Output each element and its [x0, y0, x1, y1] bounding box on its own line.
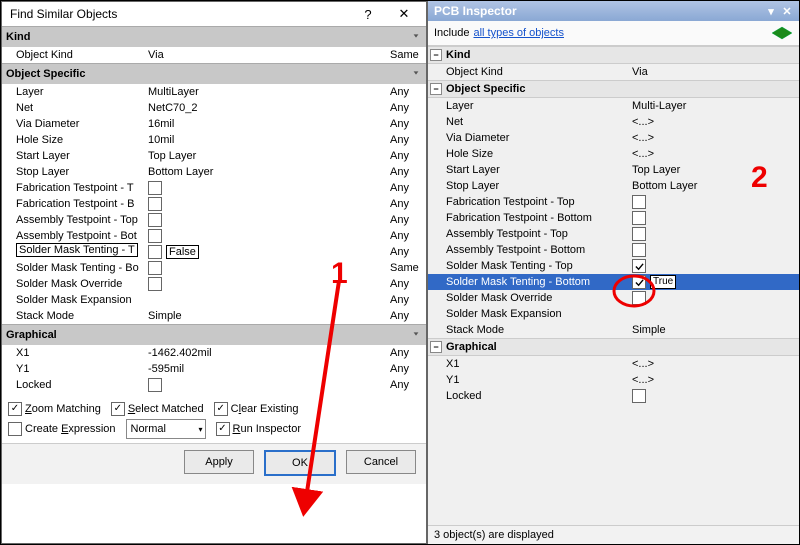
checkbox[interactable]	[632, 211, 646, 225]
prop-row[interactable]: Solder Mask Expansion	[428, 306, 799, 322]
prop-row[interactable]: Assembly Testpoint - Bottom	[428, 242, 799, 258]
annotation-1: 1	[331, 257, 348, 291]
chevron-down-icon	[412, 66, 420, 82]
collapse-icon[interactable]: −	[430, 83, 442, 95]
opt-zoom-matching[interactable]: ✓Zoom Matching	[8, 402, 101, 416]
ok-button[interactable]: OK	[264, 450, 336, 476]
checkbox[interactable]	[148, 213, 162, 227]
prop-row[interactable]: Fabrication Testpoint - Bottom	[428, 210, 799, 226]
chevron-down-icon	[412, 29, 420, 45]
prop-row[interactable]: LayerMulti-Layer	[428, 98, 799, 114]
prop-row[interactable]: Stop LayerBottom Layer	[428, 178, 799, 194]
checkbox[interactable]	[148, 261, 162, 275]
dialog-titlebar: Find Similar Objects ? ✕	[2, 2, 426, 26]
help-icon[interactable]: ?	[350, 4, 386, 24]
section-kind[interactable]: −Kind	[428, 46, 799, 64]
prop-row[interactable]: Fabrication Testpoint - Top	[428, 194, 799, 210]
panel-include-bar: Include all types of objects	[428, 21, 799, 46]
collapse-icon[interactable]: −	[430, 49, 442, 61]
cancel-button[interactable]: Cancel	[346, 450, 416, 474]
collapse-icon[interactable]: −	[430, 341, 442, 353]
table-row[interactable]: NetNetC70_2Any	[2, 100, 426, 116]
options-area: ✓Zoom Matching ✓Select Matched ✓Clear Ex…	[2, 393, 426, 443]
checkbox[interactable]	[632, 389, 646, 403]
section-graphical[interactable]: −Graphical	[428, 338, 799, 356]
prop-row[interactable]: Y1<...>	[428, 372, 799, 388]
opt-run-inspector[interactable]: ✓Run Inspector	[216, 422, 302, 436]
apply-button[interactable]: Apply	[184, 450, 254, 474]
checkbox[interactable]	[632, 259, 646, 273]
row-sm-tenting-top[interactable]: Solder Mask Tenting - T False Any	[2, 244, 426, 260]
close-icon[interactable]: ✕	[779, 5, 795, 18]
opt-clear-existing[interactable]: ✓Clear Existing	[214, 402, 299, 416]
checkbox[interactable]	[632, 291, 646, 305]
table-row[interactable]: Via Diameter16milAny	[2, 116, 426, 132]
prop-row[interactable]: X1<...>	[428, 356, 799, 372]
checkbox[interactable]	[148, 277, 162, 291]
table-row[interactable]: Solder Mask OverrideAny	[2, 276, 426, 292]
prop-row[interactable]: Solder Mask Override	[428, 290, 799, 306]
table-row[interactable]: Solder Mask Tenting - BoSame	[2, 260, 426, 276]
table-row[interactable]: LockedAny	[2, 377, 426, 393]
section-kind[interactable]: Kind	[2, 26, 426, 47]
section-graphical[interactable]: Graphical	[2, 324, 426, 345]
include-link[interactable]: all types of objects	[473, 27, 564, 39]
prop-row[interactable]: Assembly Testpoint - Top	[428, 226, 799, 242]
chevron-down-icon	[412, 327, 420, 343]
opt-create-expression[interactable]: Create Expression	[8, 422, 116, 436]
row-object-kind[interactable]: Object Kind Via Same	[2, 47, 426, 63]
checkbox[interactable]	[148, 245, 162, 259]
checkbox[interactable]	[148, 378, 162, 392]
prop-row[interactable]: Stack ModeSimple	[428, 322, 799, 338]
close-icon[interactable]: ✕	[386, 4, 422, 24]
net-link[interactable]: Net	[446, 116, 463, 128]
checkbox[interactable]	[632, 243, 646, 257]
button-bar: Apply OK Cancel	[2, 443, 426, 484]
table-row[interactable]: Assembly Testpoint - TopAny	[2, 212, 426, 228]
checkbox[interactable]	[148, 197, 162, 211]
prop-row[interactable]: Object KindVia	[428, 64, 799, 80]
dropdown-icon[interactable]: ▾	[763, 5, 779, 18]
checkbox[interactable]	[632, 227, 646, 241]
prop-row[interactable]: Locked	[428, 388, 799, 404]
table-row[interactable]: LayerMultiLayerAny	[2, 84, 426, 100]
pcb-inspector-panel: PCB Inspector ▾ ✕ Include all types of o…	[427, 1, 799, 544]
panel-titlebar: PCB Inspector ▾ ✕	[428, 1, 799, 21]
checkbox[interactable]	[632, 275, 646, 289]
prop-row[interactable]: Solder Mask Tenting - Top	[428, 258, 799, 274]
checkbox[interactable]	[148, 181, 162, 195]
section-object-specific[interactable]: −Object Specific	[428, 80, 799, 98]
checkbox[interactable]	[632, 195, 646, 209]
table-row[interactable]: Stop LayerBottom LayerAny	[2, 164, 426, 180]
prop-row[interactable]: Via Diameter<...>	[428, 130, 799, 146]
dialog-title: Find Similar Objects	[10, 7, 350, 21]
prop-row-sm-tenting-bottom[interactable]: Solder Mask Tenting - Bottom True	[428, 274, 799, 290]
table-row[interactable]: Stack ModeSimpleAny	[2, 308, 426, 324]
prop-row-net[interactable]: Net<...>	[428, 114, 799, 130]
status-bar: 3 object(s) are displayed	[428, 525, 799, 544]
section-object-specific[interactable]: Object Specific	[2, 63, 426, 84]
table-row[interactable]: Hole Size10milAny	[2, 132, 426, 148]
table-row[interactable]: X1-1462.402milAny	[2, 345, 426, 361]
table-row[interactable]: Y1-595milAny	[2, 361, 426, 377]
mask-mode-combo[interactable]: Normal ▾	[126, 419, 206, 439]
checkbox[interactable]	[148, 229, 162, 243]
chevron-down-icon: ▾	[198, 425, 202, 434]
opt-select-matched[interactable]: ✓Select Matched	[111, 402, 204, 416]
prop-row[interactable]: Start LayerTop Layer	[428, 162, 799, 178]
table-row[interactable]: Fabrication Testpoint - BAny	[2, 196, 426, 212]
table-row[interactable]: Fabrication Testpoint - TAny	[2, 180, 426, 196]
pcb-icon	[769, 23, 795, 41]
prop-row[interactable]: Hole Size<...>	[428, 146, 799, 162]
table-row[interactable]: Solder Mask ExpansionAny	[2, 292, 426, 308]
table-row[interactable]: Start LayerTop LayerAny	[2, 148, 426, 164]
annotation-2: 2	[751, 161, 768, 195]
find-similar-objects-dialog: Find Similar Objects ? ✕ Kind Object Kin…	[1, 1, 427, 544]
